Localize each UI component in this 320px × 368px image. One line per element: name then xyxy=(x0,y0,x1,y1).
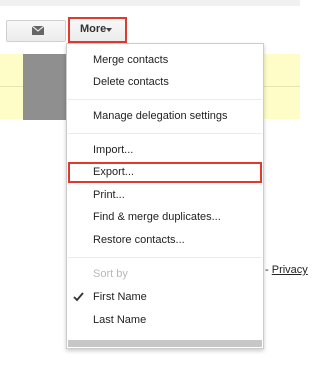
menu-item-sort-last-name[interactable]: Last Name xyxy=(93,314,146,326)
caret-down-icon xyxy=(106,28,112,32)
menu-divider xyxy=(68,257,262,258)
menu-item-manage-delegation[interactable]: Manage delegation settings xyxy=(93,110,228,122)
menu-item-print[interactable]: Print... xyxy=(93,189,125,201)
privacy-link[interactable]: Privacy xyxy=(272,264,308,276)
more-button-label: More xyxy=(80,23,107,35)
menu-item-delete-contacts[interactable]: Delete contacts xyxy=(93,76,169,88)
more-dropdown-menu: Merge contacts Delete contacts Manage de… xyxy=(66,43,264,349)
menu-item-export[interactable]: Export... xyxy=(93,166,134,178)
menu-item-merge-contacts[interactable]: Merge contacts xyxy=(93,54,168,66)
row-checkbox-column xyxy=(23,54,70,120)
more-button[interactable]: More xyxy=(68,17,127,43)
menu-scrollbar[interactable] xyxy=(68,340,262,347)
menu-heading-sort-by: Sort by xyxy=(93,268,128,280)
menu-item-restore-contacts[interactable]: Restore contacts... xyxy=(93,234,185,246)
menu-item-find-merge-duplicates[interactable]: Find & merge duplicates... xyxy=(93,211,221,223)
footer-separator: - xyxy=(265,264,272,276)
envelope-icon xyxy=(31,25,45,38)
mail-button[interactable] xyxy=(6,20,66,42)
footer-links: - Privacy xyxy=(265,264,308,276)
checkmark-icon xyxy=(73,292,84,305)
menu-item-sort-first-name[interactable]: First Name xyxy=(93,291,147,303)
menu-divider xyxy=(68,99,262,100)
menu-divider xyxy=(68,133,262,134)
top-strip xyxy=(0,0,300,6)
menu-item-import[interactable]: Import... xyxy=(93,144,133,156)
